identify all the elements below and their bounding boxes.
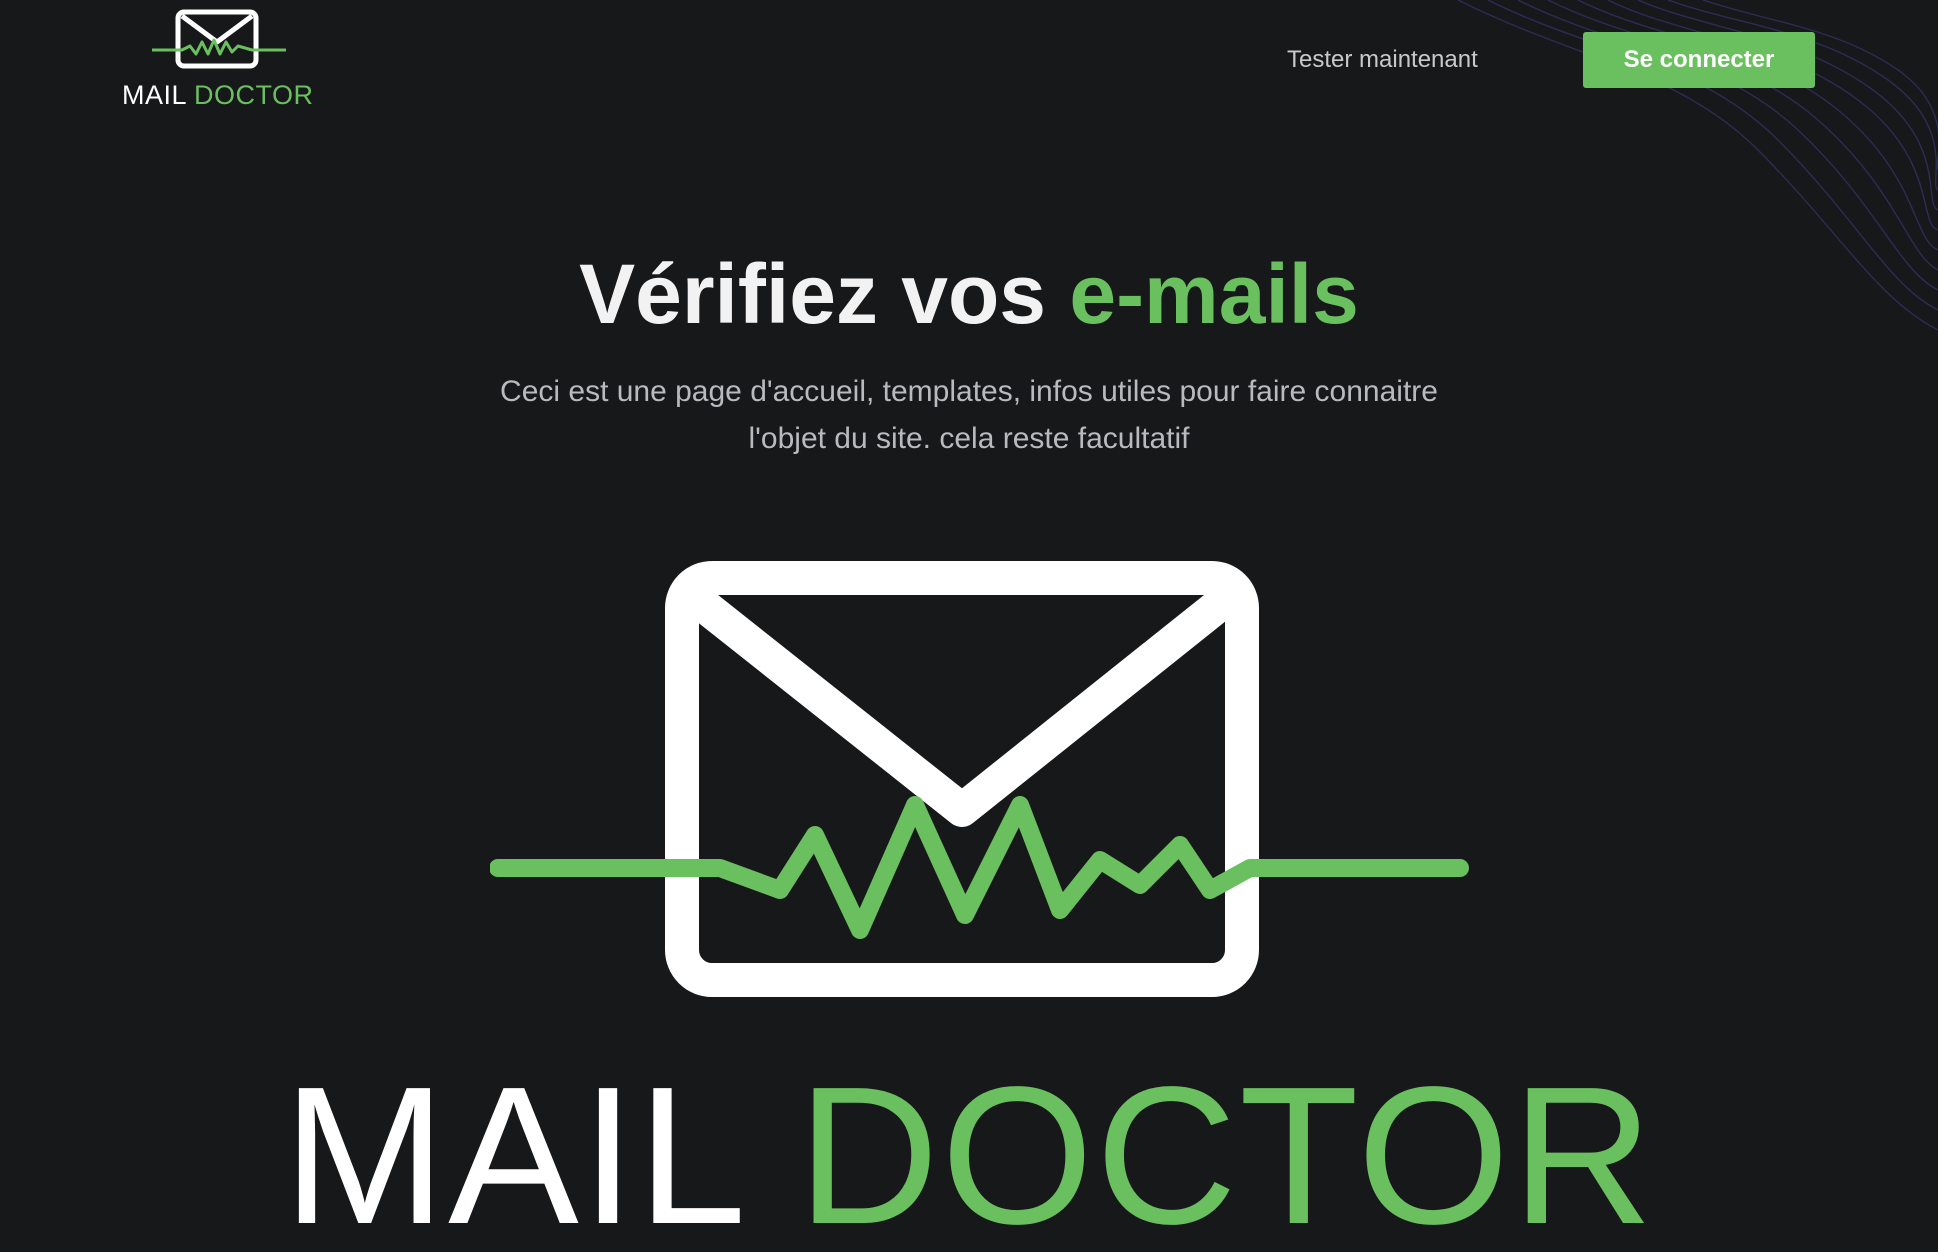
large-logo-wordmark: MAIL DOCTOR — [0, 1058, 1938, 1252]
header-logo[interactable]: MAIL DOCTOR — [118, 6, 318, 110]
large-logo-text-mail: MAIL — [282, 1046, 741, 1252]
logo-text-doctor: DOCTOR — [194, 80, 314, 110]
hero-description: Ceci est une page d'accueil, templates, … — [500, 375, 1438, 455]
hero-title-part1: Vérifiez vos — [579, 247, 1047, 341]
hero-title-highlight: e-mails — [1069, 247, 1359, 341]
logo-text-mail: MAIL — [122, 80, 187, 110]
landing-page: MAIL DOCTOR Tester maintenant Se connect… — [0, 0, 1938, 1252]
large-envelope-heartbeat-icon — [490, 561, 1469, 997]
large-logo-text-doctor: DOCTOR — [797, 1046, 1656, 1252]
login-button[interactable]: Se connecter — [1583, 32, 1815, 88]
nav-link-tester-maintenant[interactable]: Tester maintenant — [1287, 46, 1478, 74]
envelope-heartbeat-icon — [152, 9, 286, 69]
hero-title: Vérifiez vos e-mails — [0, 248, 1938, 340]
header-logo-wordmark: MAIL DOCTOR — [122, 80, 314, 111]
